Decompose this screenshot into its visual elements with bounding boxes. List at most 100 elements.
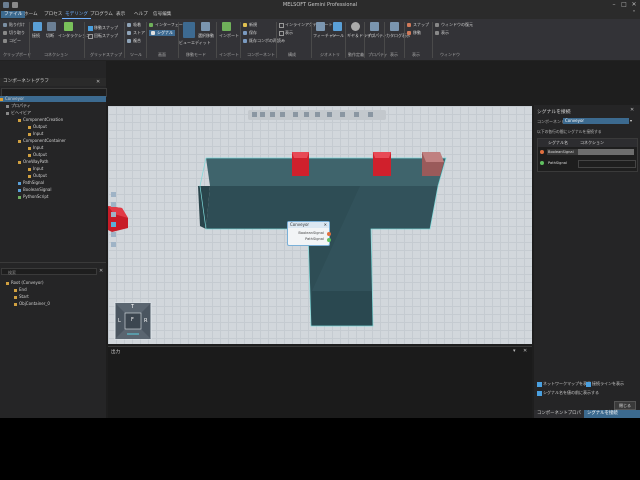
signal-button[interactable]: シグナル	[149, 30, 175, 36]
tree-item[interactable]: Output	[28, 152, 47, 158]
play-icon[interactable]	[270, 112, 275, 117]
feature-icon[interactable]	[316, 22, 325, 31]
menu-signal-edit[interactable]: 信号編集	[150, 11, 174, 18]
ribbon-collapse-icon[interactable]: ˄	[630, 10, 638, 18]
navcube-left-label[interactable]: L	[118, 318, 121, 324]
menu-view[interactable]: 表示	[113, 11, 128, 18]
select-move-button[interactable]: 選択移動	[198, 33, 214, 39]
minimize-button[interactable]: –	[610, 1, 618, 9]
tree-item[interactable]: Output	[28, 173, 47, 179]
window-display-button[interactable]: 表示	[435, 30, 449, 36]
tree-item[interactable]: ObjContainer_0	[14, 301, 50, 307]
connect-icon[interactable]	[33, 22, 42, 31]
cut-button[interactable]: 切り取り	[3, 30, 25, 36]
3d-viewport[interactable]: T L R F Conveyor ✕ BooleanSignal PathSig…	[108, 106, 532, 344]
port-connector-icon[interactable]	[327, 232, 331, 236]
play-back-icon[interactable]	[260, 112, 265, 117]
view-tool-icon[interactable]	[111, 212, 116, 217]
tree-item[interactable]: Start	[14, 294, 29, 300]
signal-name-checkbox[interactable]: シグナル名を値の前に表示する	[537, 390, 599, 396]
port-connector-icon[interactable]	[327, 238, 331, 242]
fit-icon[interactable]	[354, 112, 359, 117]
interaction-icon[interactable]	[64, 22, 73, 31]
port-boolean-signal[interactable]: BooleanSignal	[298, 231, 324, 235]
signal-node[interactable]: Conveyor ✕ BooleanSignal PathSignal	[287, 221, 331, 246]
composite-button[interactable]: 複合	[127, 38, 141, 44]
tree-item[interactable]: ComponentCreation	[18, 117, 63, 123]
view-tool-icon[interactable]	[111, 242, 116, 247]
new-component-button[interactable]: 新規	[243, 22, 257, 28]
search-close-icon[interactable]: ✕	[99, 268, 103, 274]
red-part-left[interactable]	[108, 206, 128, 232]
stop-icon[interactable]	[280, 112, 285, 117]
view-tool-icon[interactable]	[111, 202, 116, 207]
tree-item[interactable]: End	[14, 287, 27, 293]
tree-item[interactable]: プロパティ	[6, 103, 31, 109]
disconnect-icon[interactable]	[47, 22, 56, 31]
navcube-front-label[interactable]: F	[131, 317, 134, 323]
tree-item[interactable]: OneWayPath	[18, 159, 48, 165]
gear-icon[interactable]	[351, 22, 360, 31]
edit-display-checkbox[interactable]: 表示	[279, 30, 293, 36]
store-button[interactable]: ストア	[127, 30, 145, 36]
menu-home[interactable]: ホーム	[21, 11, 41, 18]
connection-line-checkbox[interactable]: 接続ラインを表示	[586, 381, 624, 387]
tree-item[interactable]: Input	[28, 166, 43, 172]
copy-button[interactable]: コピー	[3, 38, 21, 44]
tab-component-properties[interactable]: コンポーネントプロパティ	[534, 410, 586, 424]
maximize-button[interactable]: □	[620, 1, 628, 9]
view-tool-icon[interactable]	[111, 222, 116, 227]
reload-component-button[interactable]: 既存コンポの再読み	[243, 38, 285, 44]
signal-row-path[interactable]: PathSignal	[547, 160, 578, 166]
output-close-icon[interactable]: ✕	[523, 348, 527, 354]
paste-button[interactable]: 貼り付け	[3, 22, 25, 28]
disconnect-button[interactable]: 切断	[46, 33, 54, 39]
panel-close-icon[interactable]: ✕	[96, 79, 100, 85]
close-panel-button[interactable]: 閉じる	[614, 401, 636, 410]
connection-cell-path[interactable]	[578, 160, 636, 168]
view-tool-icon[interactable]	[111, 232, 116, 237]
tree-item[interactable]: Root (Conveyor)	[6, 280, 44, 286]
grid-icon[interactable]	[315, 112, 320, 117]
render-icon[interactable]	[304, 112, 309, 117]
tree-item[interactable]: Input	[28, 131, 43, 137]
import-button[interactable]: インポート	[219, 33, 239, 39]
component-select[interactable]: Conveyor	[563, 118, 629, 124]
brown-part-top[interactable]	[422, 152, 444, 176]
tree-item-root[interactable]: Conveyor	[0, 96, 106, 102]
output-pin-icon[interactable]: ▾	[513, 348, 516, 354]
node-search-input[interactable]: 検索	[1, 268, 97, 275]
attach-button[interactable]: 吸着	[127, 22, 141, 28]
tree-item[interactable]: Input	[28, 145, 43, 151]
connection-cell-boolean[interactable]	[578, 149, 634, 155]
interface-button[interactable]: インターフェース	[149, 22, 187, 28]
view-edit-icon[interactable]	[183, 22, 195, 38]
rotate-snap-checkbox[interactable]: 回転スナップ	[88, 33, 118, 39]
zoom-icon[interactable]	[340, 112, 345, 117]
measure-icon[interactable]	[327, 112, 332, 117]
tree-item[interactable]: ComponentContainer	[18, 138, 66, 144]
component-dropdown-icon[interactable]: ▾	[630, 118, 632, 123]
signal-node-close-icon[interactable]: ✕	[324, 222, 327, 228]
tab-connect-signal[interactable]: シグナルを接続	[584, 410, 640, 418]
navcube-right-label[interactable]: R	[144, 318, 147, 324]
tree-item[interactable]: Output	[28, 124, 47, 130]
menu-program[interactable]: プログラム	[87, 11, 116, 18]
connect-button[interactable]: 接続	[32, 33, 40, 39]
menu-help[interactable]: ヘルプ	[131, 11, 151, 18]
save-component-button[interactable]: 保存	[243, 30, 257, 36]
move-snap-checkbox[interactable]: 移動スナップ	[88, 25, 118, 31]
select-move-icon[interactable]	[201, 22, 210, 31]
camera-icon[interactable]	[293, 112, 298, 117]
red-part-top-1[interactable]	[292, 152, 309, 176]
tree-item[interactable]: ビヘイビア	[6, 110, 31, 116]
import-icon[interactable]	[222, 22, 231, 31]
catalog-icon[interactable]	[390, 22, 399, 31]
view-edit-button[interactable]: ビューエディット	[179, 40, 211, 46]
navcube-top-label[interactable]: T	[131, 304, 134, 310]
port-path-signal[interactable]: PathSignal	[305, 237, 324, 241]
property-icon[interactable]	[370, 22, 379, 31]
geometry-tool-button[interactable]: ツール	[332, 33, 344, 39]
network-map-checkbox[interactable]: ネットワークマップを表示	[537, 381, 591, 387]
move-button[interactable]: 移動	[407, 30, 421, 36]
